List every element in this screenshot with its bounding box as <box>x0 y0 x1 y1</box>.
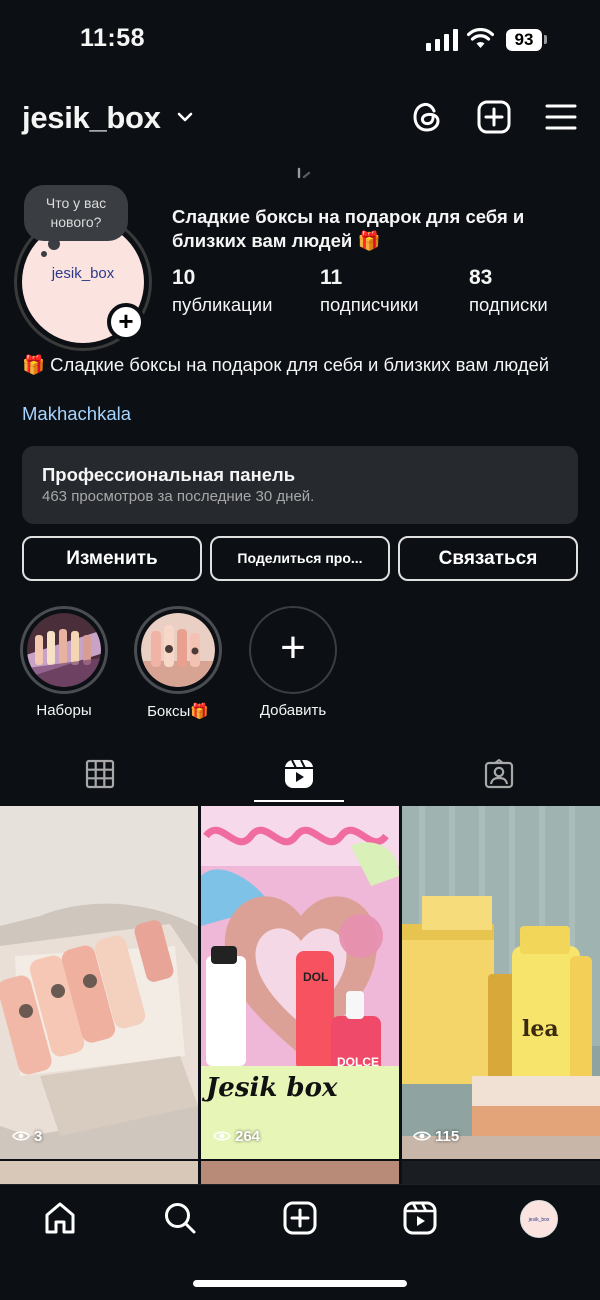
battery-indicator: 93 <box>506 29 542 51</box>
reel-thumbnail-3[interactable]: lea <box>402 806 600 1159</box>
reels-tab-icon[interactable] <box>284 759 314 789</box>
search-icon[interactable] <box>163 1201 197 1235</box>
highlight-label-add[interactable]: Добавить <box>233 702 353 719</box>
reel-views-3: 115 <box>413 1128 459 1145</box>
profile-name: Сладкие боксы на подарок для себя и близ… <box>172 206 525 251</box>
add-highlight-button[interactable]: + <box>249 606 337 694</box>
loading-spinner-icon <box>297 167 311 179</box>
reel-thumbnail-4[interactable] <box>0 1161 198 1185</box>
menu-icon[interactable] <box>544 100 578 134</box>
reel-thumbnail-1[interactable] <box>0 806 198 1159</box>
create-post-icon[interactable] <box>477 100 511 134</box>
reel-thumbnail-6[interactable] <box>402 1161 600 1185</box>
profile-bio: 🎁 Сладкие боксы на подарок для себя и бл… <box>22 354 550 375</box>
tagged-tab-icon[interactable] <box>484 759 514 789</box>
eye-icon <box>12 1131 30 1141</box>
edit-profile-button[interactable]: Изменить <box>22 536 202 581</box>
contact-button[interactable]: Связаться <box>398 536 578 581</box>
followers-label[interactable]: подписчики <box>320 294 419 316</box>
posts-grid-tab-icon[interactable] <box>85 759 115 789</box>
reel-thumbnail-5[interactable] <box>201 1161 399 1185</box>
professional-dashboard-subtitle: 463 просмотров за последние 30 дней. <box>42 488 315 505</box>
profile-nav-avatar[interactable]: jesik_box <box>520 1200 558 1238</box>
status-time: 11:58 <box>80 24 146 52</box>
home-indicator[interactable] <box>193 1280 407 1287</box>
cellular-signal-icon <box>426 29 458 51</box>
wifi-icon <box>467 28 494 48</box>
highlight-label-boxes[interactable]: Боксы🎁 <box>118 702 238 720</box>
reel-views-count-2: 264 <box>235 1128 261 1145</box>
share-profile-button[interactable]: Поделиться про... <box>210 536 390 581</box>
eye-icon <box>213 1131 231 1141</box>
location-link[interactable]: Makhachkala <box>22 403 131 425</box>
threads-icon[interactable] <box>410 100 444 134</box>
note-bubble-tail <box>48 238 60 250</box>
note-bubble[interactable]: Что у вас нового? <box>24 185 128 241</box>
note-bubble-tail-small <box>41 251 47 257</box>
home-icon[interactable] <box>43 1201 77 1235</box>
svg-text:DOL: DOL <box>303 970 328 984</box>
account-username[interactable]: jesik_box <box>22 100 161 136</box>
reel-views-count-3: 115 <box>435 1128 460 1145</box>
reel-views-2: 264 <box>213 1128 260 1145</box>
posts-count[interactable]: 10 <box>172 266 195 290</box>
svg-text:lea: lea <box>522 1016 559 1042</box>
reel-overlay-text: Jesik box <box>201 1073 338 1103</box>
chevron-down-icon[interactable] <box>177 110 193 124</box>
highlight-image-sets[interactable] <box>27 613 101 687</box>
eye-icon <box>413 1131 431 1141</box>
professional-dashboard-title: Профессиональная панель <box>42 464 296 485</box>
add-story-icon[interactable]: + <box>107 303 145 341</box>
reel-views-count-1: 3 <box>34 1128 43 1145</box>
posts-label[interactable]: публикации <box>172 294 272 316</box>
battery-tip <box>544 35 547 44</box>
highlight-image-boxes[interactable] <box>141 613 215 687</box>
create-icon[interactable] <box>283 1201 317 1235</box>
active-tab-indicator <box>254 800 344 802</box>
reel-thumbnail-2[interactable]: DOL DOLCE MILK Jesik box <box>201 806 399 1159</box>
reels-icon[interactable] <box>403 1201 437 1235</box>
following-count[interactable]: 83 <box>469 266 492 290</box>
reel-views-1: 3 <box>12 1128 42 1145</box>
highlight-label-sets[interactable]: Наборы <box>4 702 124 719</box>
followers-count[interactable]: 11 <box>320 266 342 290</box>
following-label[interactable]: подписки <box>469 294 548 316</box>
